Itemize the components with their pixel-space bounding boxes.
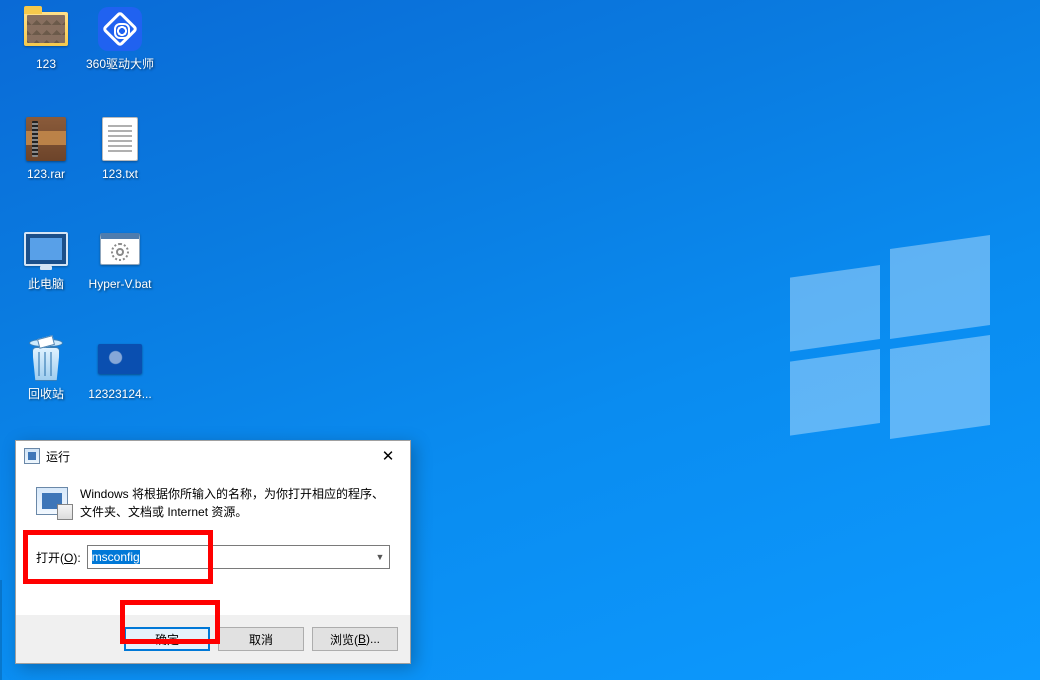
run-dialog-icon — [24, 448, 40, 464]
generic-icon — [96, 335, 144, 383]
bat-icon — [96, 225, 144, 273]
run-dialog-description: Windows 将根据你所输入的名称，为你打开相应的程序、文件夹、文档或 Int… — [80, 485, 390, 521]
desktop-icon-label: 此电脑 — [28, 277, 64, 291]
run-dialog-buttonbar: 确定 取消 浏览(B)... — [16, 615, 410, 663]
open-input[interactable] — [88, 546, 371, 568]
desktop-icon[interactable]: 123.txt — [82, 115, 158, 181]
run-dialog: 运行 ✕ Windows 将根据你所输入的名称，为你打开相应的程序、文件夹、文档… — [15, 440, 411, 664]
desktop-icon-label: 回收站 — [28, 387, 64, 401]
run-dialog-titlebar[interactable]: 运行 ✕ — [16, 441, 410, 471]
desktop-icon[interactable]: 12323124... — [82, 335, 158, 401]
txt-icon — [96, 115, 144, 163]
windows-logo-watermark — [790, 245, 990, 440]
desktop-icon-label: 12323124... — [88, 387, 151, 401]
recycle-icon — [22, 335, 70, 383]
desktop-icon[interactable]: Hyper-V.bat — [82, 225, 158, 291]
ok-button[interactable]: 确定 — [124, 627, 210, 651]
open-label: 打开(O): — [36, 549, 81, 566]
browse-button[interactable]: 浏览(B)... — [312, 627, 398, 651]
desktop-icon[interactable]: 123.rar — [8, 115, 84, 181]
open-combobox[interactable]: ▼ — [87, 545, 390, 569]
desktop-icon-label: 123 — [36, 57, 56, 71]
folder_with_thumb-icon — [22, 5, 70, 53]
close-button[interactable]: ✕ — [366, 441, 410, 471]
rar-icon — [22, 115, 70, 163]
desktop-icon[interactable]: 360驱动大师 — [82, 5, 158, 71]
desktop-icon-label: Hyper-V.bat — [89, 277, 152, 291]
desktop-icon-label: 123.txt — [102, 167, 138, 181]
cancel-button[interactable]: 取消 — [218, 627, 304, 651]
chevron-down-icon[interactable]: ▼ — [371, 546, 389, 568]
desktop-icon-label: 123.rar — [27, 167, 65, 181]
app360-icon — [96, 5, 144, 53]
crop-sliver — [0, 580, 2, 680]
desktop-icon[interactable]: 123 — [8, 5, 84, 71]
run-dialog-title: 运行 — [46, 448, 366, 465]
run-app-icon — [36, 487, 68, 515]
thispc-icon — [22, 225, 70, 273]
desktop-icon[interactable]: 此电脑 — [8, 225, 84, 291]
desktop-icon[interactable]: 回收站 — [8, 335, 84, 401]
desktop-icon-label: 360驱动大师 — [86, 57, 154, 71]
